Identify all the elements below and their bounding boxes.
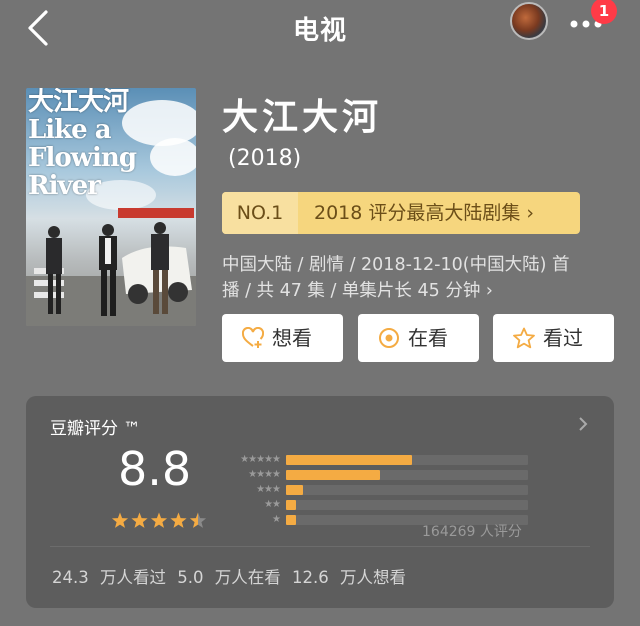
watched-button[interactable]: 看过 xyxy=(493,314,614,362)
score-stars xyxy=(111,512,207,528)
want-to-watch-label: 想看 xyxy=(272,326,312,350)
distribution-bar xyxy=(286,470,381,480)
distribution-bar-track xyxy=(286,455,528,465)
rating-star xyxy=(150,512,168,528)
show-title: 大江大河 xyxy=(222,97,383,138)
divider xyxy=(50,546,590,547)
distribution-bar xyxy=(286,515,296,525)
rank-badge[interactable]: NO.1 2018 评分最高大陆剧集 › xyxy=(222,192,580,234)
rank-text: 2018 评分最高大陆剧集 › xyxy=(314,202,535,224)
poster-figures xyxy=(26,222,196,326)
distribution-star-labels: ★★★★★ ★★★★ ★★★ ★★ ★ xyxy=(218,452,281,527)
avatar[interactable] xyxy=(510,2,548,40)
target-circle-icon xyxy=(379,328,399,348)
meta-line: 播 / 共 47 集 / 单集片长 45 分钟 › xyxy=(222,281,493,301)
watching-button[interactable]: 在看 xyxy=(358,314,479,362)
rating-score: 8.8 xyxy=(118,442,192,496)
rating-star xyxy=(111,512,129,528)
distribution-bar-track xyxy=(286,470,528,480)
top-nav: 电视 1 xyxy=(0,0,640,56)
rating-card[interactable]: 豆瓣评分 ™ 8.8 ★★★★★ ★★★★ ★★★ ★★ ★ 164269 人评… xyxy=(26,396,614,608)
distribution-bar-track xyxy=(286,500,528,510)
rank-number: NO.1 xyxy=(222,192,298,234)
want-to-watch-button[interactable]: 想看 xyxy=(222,314,343,362)
watching-label: 在看 xyxy=(408,326,448,350)
poster-cloud xyxy=(150,138,196,176)
rating-star xyxy=(131,512,148,528)
watch-stats: 24.3 万人看过 5.0 万人在看 12.6 万人想看 xyxy=(52,568,406,587)
poster-title: 大江大河 Like a Flowing River xyxy=(28,88,137,201)
poster-image[interactable]: 大江大河 Like a Flowing River xyxy=(26,88,196,326)
star-row-label: ★★★★★ xyxy=(240,454,281,465)
star-row-label: ★★★ xyxy=(256,484,281,495)
star-row-label: ★ xyxy=(272,514,281,525)
show-year: (2018) xyxy=(228,146,302,171)
distribution-bar xyxy=(286,500,296,510)
distribution-bar xyxy=(286,455,412,465)
chevron-right-icon[interactable] xyxy=(576,414,590,434)
rating-star xyxy=(170,512,187,528)
rating-star xyxy=(189,512,207,528)
star-row-label: ★★ xyxy=(264,499,281,510)
rating-source-label: 豆瓣评分 ™ xyxy=(50,419,141,439)
show-meta[interactable]: 中国大陆 / 剧情 / 2018-12-10(中国大陆) 首 播 / 共 47 … xyxy=(222,252,612,304)
star-outline-icon xyxy=(513,327,535,349)
meta-line: 中国大陆 / 剧情 / 2018-12-10(中国大陆) 首 xyxy=(222,255,570,275)
watched-label: 看过 xyxy=(543,326,583,350)
rating-count: 164269 人评分 xyxy=(422,524,522,540)
distribution-bar-track xyxy=(286,485,528,495)
distribution-bar xyxy=(286,485,303,495)
heart-plus-icon xyxy=(242,327,264,348)
star-row-label: ★★★★ xyxy=(248,469,281,480)
